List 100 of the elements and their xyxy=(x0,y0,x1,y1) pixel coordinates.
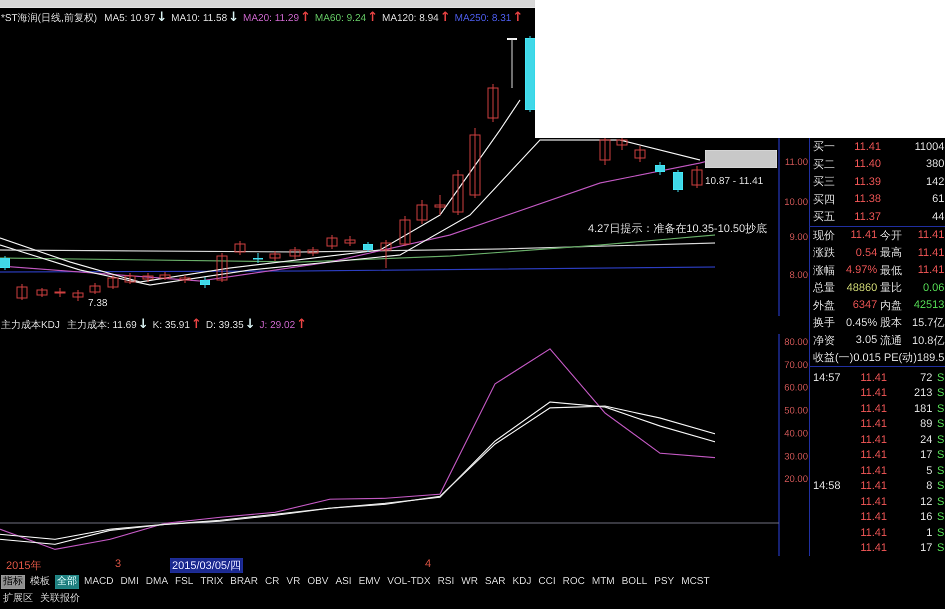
indicator-value: MA120: 8.94 xyxy=(382,12,439,24)
date-label: 2015年 xyxy=(5,559,42,573)
indicator-value: 主力成本: 11.69 xyxy=(66,318,137,332)
axis-label: 30.00 xyxy=(784,451,808,462)
tick-side: S xyxy=(936,480,944,492)
quote-value: 11.41 xyxy=(916,246,944,258)
tick-volume: 17 xyxy=(919,449,932,462)
quote-label: 净资 xyxy=(813,334,835,348)
quote-label: 今开 xyxy=(880,228,902,242)
tick-volume: 8 xyxy=(925,480,932,492)
tick-price: 11.41 xyxy=(859,387,888,400)
quote-label: 内盘 xyxy=(880,298,902,312)
quote-label: 现价 xyxy=(813,228,835,242)
tick-price: 11.41 xyxy=(859,402,888,415)
quote-value: 0.06 xyxy=(922,282,944,294)
quote-value: 0.015 xyxy=(853,352,881,364)
chart-note: 4.27日提示：准备在10.35-10.50抄底 xyxy=(588,223,768,235)
tick-price: 11.41 xyxy=(859,449,888,462)
axis-label: 11.00 xyxy=(784,157,808,168)
tick-price: 11.41 xyxy=(859,511,888,524)
bid-volume: 142 xyxy=(925,176,944,188)
quote-value: 6347 xyxy=(852,299,878,311)
tick-price: 11.41 xyxy=(859,372,888,384)
axis-label: 60.00 xyxy=(784,382,808,394)
axis-label: 70.00 xyxy=(784,360,808,371)
tick-volume: 17 xyxy=(919,542,932,554)
quote-label: 最高 xyxy=(880,246,902,260)
quote-value: 11.41 xyxy=(916,264,944,276)
indicator-value: MA10: 11.58 xyxy=(171,12,228,24)
axis-label: 10.00 xyxy=(784,197,808,208)
chart-title: 主力成本KDJ xyxy=(1,318,60,332)
tick-volume: 5 xyxy=(925,464,932,477)
tick-volume: 72 xyxy=(919,372,932,384)
quote-value: 48860 xyxy=(846,282,878,294)
indicator-value: K: 35.91 xyxy=(152,320,190,330)
quote-value: 0.54 xyxy=(854,246,878,258)
quote-label: 股本 xyxy=(880,316,902,330)
quote-label: 最低 xyxy=(880,264,902,278)
indicator-value: MA250: 8.31 xyxy=(454,12,512,24)
quote-label: 涨幅 xyxy=(813,264,835,278)
tick-volume: 181 xyxy=(913,402,932,415)
quote-value: 3.05 xyxy=(854,334,878,346)
tick-side: S xyxy=(936,402,944,415)
quote-value: 4.97% xyxy=(845,264,878,276)
tick-side: S xyxy=(936,418,944,430)
chart-title: *ST海润(日线,前复权) xyxy=(1,12,98,25)
quote-value: 0.45% xyxy=(845,316,878,328)
tick-side: S xyxy=(936,387,944,400)
indicator-value: D: 39.35 xyxy=(206,320,244,330)
quote-label: 换手 xyxy=(813,316,835,330)
bid-volume: 61 xyxy=(931,193,944,206)
quote-value: 42513 xyxy=(912,299,944,311)
tick-price: 11.41 xyxy=(859,464,888,477)
axis-label: 50.00 xyxy=(784,406,808,417)
quote-label: 涨跌 xyxy=(813,246,835,260)
trend-arrow: ↓ xyxy=(244,318,256,332)
bid-price: 11.38 xyxy=(853,193,881,206)
indicator-value: MA5: 10.97 xyxy=(104,12,156,24)
bid-label: 买五 xyxy=(813,210,835,224)
indicator-value: J: 29.02 xyxy=(260,320,296,330)
quote-value: 11.41 xyxy=(916,229,944,241)
quote-label: 收益(一) xyxy=(813,351,854,365)
bid-label: 买四 xyxy=(813,192,835,207)
quote-value: 11.41 xyxy=(849,229,878,241)
tick-price: 11.41 xyxy=(859,434,888,446)
axis-label: 80.00 xyxy=(784,336,808,348)
tick-side: S xyxy=(936,464,944,477)
axis-label: 9.00 xyxy=(790,232,808,243)
date-label: 4 xyxy=(424,558,432,570)
trend-arrow: ↑ xyxy=(296,318,308,332)
trend-arrow: ↑ xyxy=(300,11,311,25)
trend-arrow: ↑ xyxy=(512,11,524,25)
quote-value: 15.7亿 xyxy=(910,316,944,330)
trend-arrow: ↓ xyxy=(156,11,168,25)
bid-price: 11.41 xyxy=(853,140,881,153)
quote-label: PE(动) xyxy=(884,351,917,365)
bid-label: 买二 xyxy=(813,158,835,172)
axis-label: 20.00 xyxy=(784,474,808,486)
tick-price: 11.41 xyxy=(859,526,888,539)
tick-side: S xyxy=(936,372,944,384)
tick-time: 14:57 xyxy=(813,372,842,384)
tick-volume: 1 xyxy=(925,526,932,539)
bid-volume: 11004 xyxy=(914,140,944,153)
date-label: 2015/03/05/四 xyxy=(170,558,244,573)
quote-value: 189.5 xyxy=(916,352,944,364)
tick-side: S xyxy=(936,526,944,539)
axis-label: 8.00 xyxy=(790,270,808,281)
trend-arrow: ↓ xyxy=(228,11,240,25)
bid-label: 买一 xyxy=(813,140,835,154)
tick-volume: 24 xyxy=(919,434,932,446)
tick-side: S xyxy=(936,449,944,462)
price-label: 7.38 xyxy=(88,298,108,309)
quote-value: 10.8亿 xyxy=(910,334,944,348)
quote-label: 外盘 xyxy=(813,298,835,312)
quote-label: 流通 xyxy=(880,334,902,348)
quote-label: 量比 xyxy=(880,281,902,295)
date-label: 3 xyxy=(114,558,122,570)
tick-side: S xyxy=(936,542,944,554)
quote-label: 总量 xyxy=(813,281,835,295)
axis-label: 40.00 xyxy=(784,428,808,440)
